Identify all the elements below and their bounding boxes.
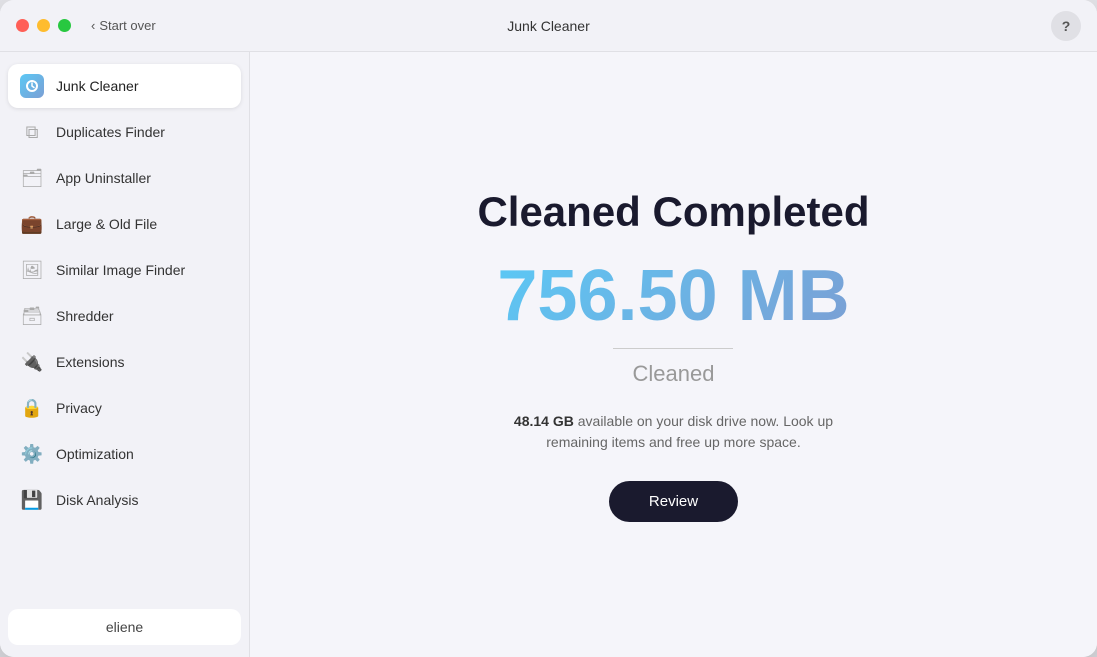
help-label: ? — [1062, 18, 1071, 34]
title-bar: ‹ Start over Junk Cleaner ? — [0, 0, 1097, 52]
sidebar-item-privacy[interactable]: 🔒 Privacy — [8, 386, 241, 430]
extensions-icon: 🔌 — [20, 350, 44, 374]
review-button[interactable]: Review — [609, 481, 738, 522]
cleaned-title: Cleaned Completed — [477, 188, 869, 236]
sidebar-item-app-uninstaller[interactable]: 🗂 App Uninstaller — [8, 156, 241, 200]
sidebar-item-label-shredder: Shredder — [56, 308, 114, 324]
close-button[interactable] — [16, 19, 29, 32]
sidebar-item-large-old-file[interactable]: 💼 Large & Old File — [8, 202, 241, 246]
sidebar-item-label-extensions: Extensions — [56, 354, 124, 370]
privacy-icon: 🔒 — [20, 396, 44, 420]
app-uninstaller-icon: 🗂 — [20, 166, 44, 190]
content-area: Cleaned Completed 756.50 MB Cleaned 48.1… — [250, 52, 1097, 657]
sidebar-item-label-duplicates: Duplicates Finder — [56, 124, 165, 140]
sidebar-item-optimization[interactable]: ⚙️ Optimization — [8, 432, 241, 476]
sidebar-item-similar-image-finder[interactable]: 🖼 Similar Image Finder — [8, 248, 241, 292]
chevron-left-icon: ‹ — [91, 18, 95, 33]
user-profile[interactable]: eliene — [8, 609, 241, 645]
maximize-button[interactable] — [58, 19, 71, 32]
sidebar-item-junk-cleaner[interactable]: Junk Cleaner — [8, 64, 241, 108]
start-over-label: Start over — [99, 18, 155, 33]
sidebar-item-label-privacy: Privacy — [56, 400, 102, 416]
app-window: ‹ Start over Junk Cleaner ? — [0, 0, 1097, 657]
sidebar-item-extensions[interactable]: 🔌 Extensions — [8, 340, 241, 384]
sidebar-item-shredder[interactable]: 🗃 Shredder — [8, 294, 241, 338]
sidebar-item-label-app-uninstaller: App Uninstaller — [56, 170, 151, 186]
optimization-icon: ⚙️ — [20, 442, 44, 466]
large-file-icon: 💼 — [20, 212, 44, 236]
disk-analysis-icon: 💾 — [20, 488, 44, 512]
sidebar-item-label-large-old-file: Large & Old File — [56, 216, 157, 232]
disk-info: 48.14 GB available on your disk drive no… — [503, 411, 843, 453]
junk-icon — [20, 74, 44, 98]
similar-image-icon: 🖼 — [20, 258, 44, 282]
start-over-button[interactable]: ‹ Start over — [91, 18, 156, 33]
user-label: eliene — [106, 619, 143, 635]
help-button[interactable]: ? — [1051, 11, 1081, 41]
sidebar: Junk Cleaner ⧉ Duplicates Finder 🗂 App U… — [0, 52, 250, 657]
window-title: Junk Cleaner — [507, 18, 590, 34]
divider — [613, 348, 733, 349]
duplicates-icon: ⧉ — [20, 120, 44, 144]
sidebar-item-duplicates-finder[interactable]: ⧉ Duplicates Finder — [8, 110, 241, 154]
content-inner: Cleaned Completed 756.50 MB Cleaned 48.1… — [477, 188, 869, 522]
review-button-label: Review — [649, 493, 698, 510]
sidebar-item-label-optimization: Optimization — [56, 446, 134, 462]
disk-info-text: available on your disk drive now. Look u… — [546, 413, 833, 450]
sidebar-item-label-junk: Junk Cleaner — [56, 78, 139, 94]
sidebar-item-disk-analysis[interactable]: 💾 Disk Analysis — [8, 478, 241, 522]
shredder-icon: 🗃 — [20, 304, 44, 328]
sidebar-item-label-disk-analysis: Disk Analysis — [56, 492, 138, 508]
disk-gb: 48.14 GB — [514, 413, 574, 429]
cleaned-label: Cleaned — [633, 361, 715, 387]
main-content: Junk Cleaner ⧉ Duplicates Finder 🗂 App U… — [0, 52, 1097, 657]
minimize-button[interactable] — [37, 19, 50, 32]
traffic-lights — [16, 19, 71, 32]
sidebar-item-label-similar-image: Similar Image Finder — [56, 262, 185, 278]
cleaned-amount: 756.50 MB — [497, 260, 849, 332]
sidebar-items: Junk Cleaner ⧉ Duplicates Finder 🗂 App U… — [8, 64, 241, 609]
